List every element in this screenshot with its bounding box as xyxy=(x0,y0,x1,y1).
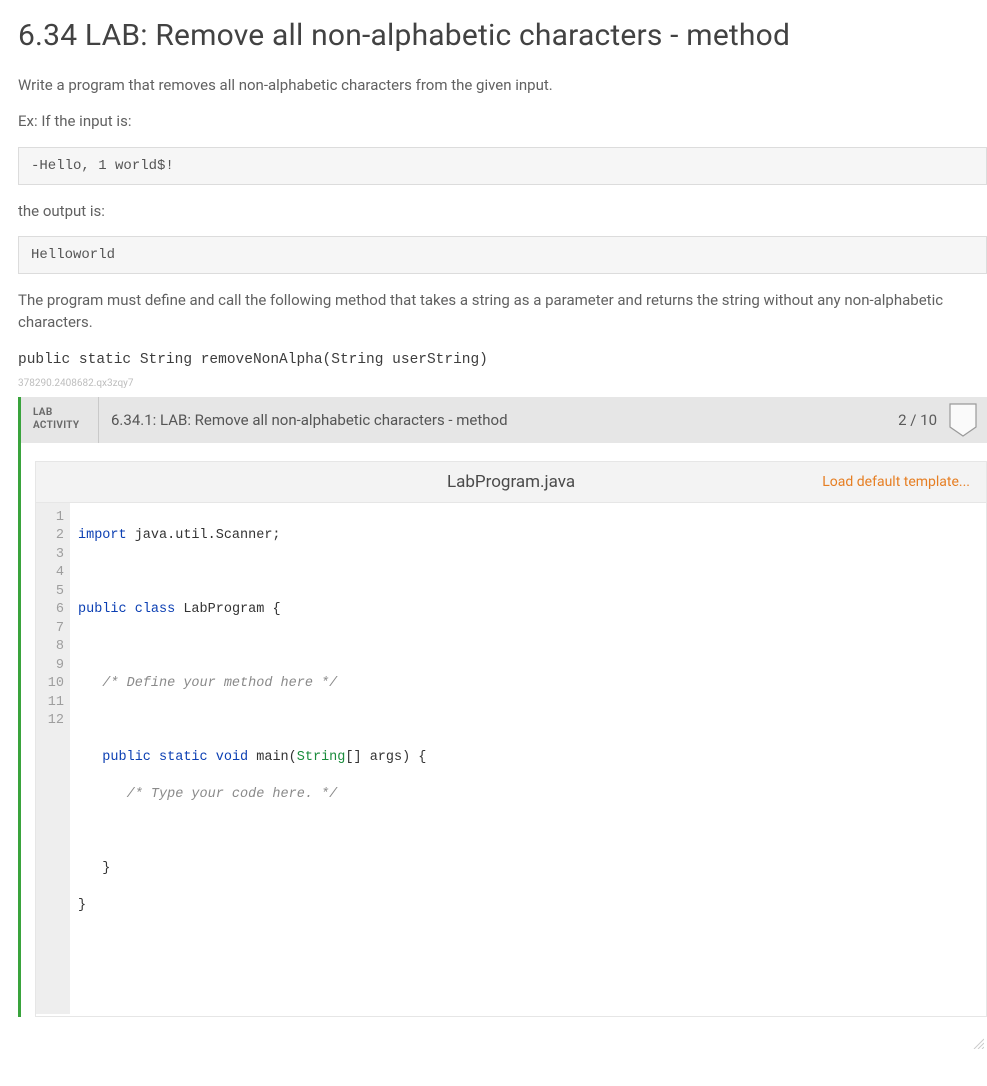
example-input-label: Ex: If the input is: xyxy=(18,111,987,133)
code-token: class xyxy=(135,602,176,617)
editor-filename: LabProgram.java xyxy=(447,472,575,492)
code-token: String xyxy=(297,750,346,765)
method-signature: public static String removeNonAlpha(Stri… xyxy=(18,352,488,368)
content-id: 378290.2408682.qx3zqy7 xyxy=(18,378,987,389)
line-number: 12 xyxy=(46,712,64,731)
output-label: the output is: xyxy=(18,201,987,223)
line-number: 2 xyxy=(46,527,64,546)
code-token: /* Define your method here */ xyxy=(78,676,337,691)
page-title: 6.34 LAB: Remove all non-alphabetic char… xyxy=(18,18,987,53)
activity-header: LAB ACTIVITY 6.34.1: LAB: Remove all non… xyxy=(21,397,987,443)
line-number: 5 xyxy=(46,583,64,602)
line-number: 3 xyxy=(46,546,64,565)
code-token: public xyxy=(78,602,127,617)
requirement-text: The program must define and call the fol… xyxy=(18,290,987,334)
line-number: 8 xyxy=(46,638,64,657)
code-token: ( xyxy=(289,750,297,765)
code-token: /* Type your code here. */ xyxy=(78,787,337,802)
code-token: java.util.Scanner; xyxy=(127,528,281,543)
code-token: static xyxy=(159,750,208,765)
line-number: 4 xyxy=(46,564,64,583)
activity-badge-line1: LAB xyxy=(33,407,53,420)
line-number: 1 xyxy=(46,509,64,528)
line-number: 11 xyxy=(46,694,64,713)
intro-text: Write a program that removes all non-alp… xyxy=(18,75,987,97)
editor-card: LabProgram.java Load default template...… xyxy=(35,461,987,1018)
code-token: import xyxy=(78,528,127,543)
code-token: main xyxy=(248,750,289,765)
code-token: void xyxy=(216,750,248,765)
line-number: 10 xyxy=(46,675,64,694)
code-token: public xyxy=(78,750,151,765)
code-editor[interactable]: 1 2 3 4 5 6 7 8 9 10 11 12 import java.u… xyxy=(36,503,986,1015)
editor-titlebar: LabProgram.java Load default template... xyxy=(36,461,986,503)
activity-badge-line2: ACTIVITY xyxy=(33,420,79,433)
activity-badge: LAB ACTIVITY xyxy=(21,397,99,443)
code-token: } xyxy=(78,898,86,913)
activity-title: 6.34.1: LAB: Remove all non-alphabetic c… xyxy=(99,411,898,429)
code-content[interactable]: import java.util.Scanner; public class L… xyxy=(70,503,986,1015)
example-output-block: Helloworld xyxy=(18,236,987,274)
line-number: 7 xyxy=(46,620,64,639)
resize-grip-icon[interactable] xyxy=(972,1000,984,1012)
load-template-link[interactable]: Load default template... xyxy=(822,474,970,490)
example-input-block: -Hello, 1 world$! xyxy=(18,147,987,185)
activity-score: 2 / 10 xyxy=(898,411,945,429)
line-gutter: 1 2 3 4 5 6 7 8 9 10 11 12 xyxy=(36,503,70,1015)
code-token: [] args) { xyxy=(345,750,426,765)
code-token: } xyxy=(78,861,110,876)
activity-section: LAB ACTIVITY 6.34.1: LAB: Remove all non… xyxy=(18,397,987,1018)
line-number: 9 xyxy=(46,657,64,676)
line-number: 6 xyxy=(46,601,64,620)
bookmark-icon[interactable] xyxy=(949,403,977,437)
code-token: LabProgram { xyxy=(175,602,280,617)
